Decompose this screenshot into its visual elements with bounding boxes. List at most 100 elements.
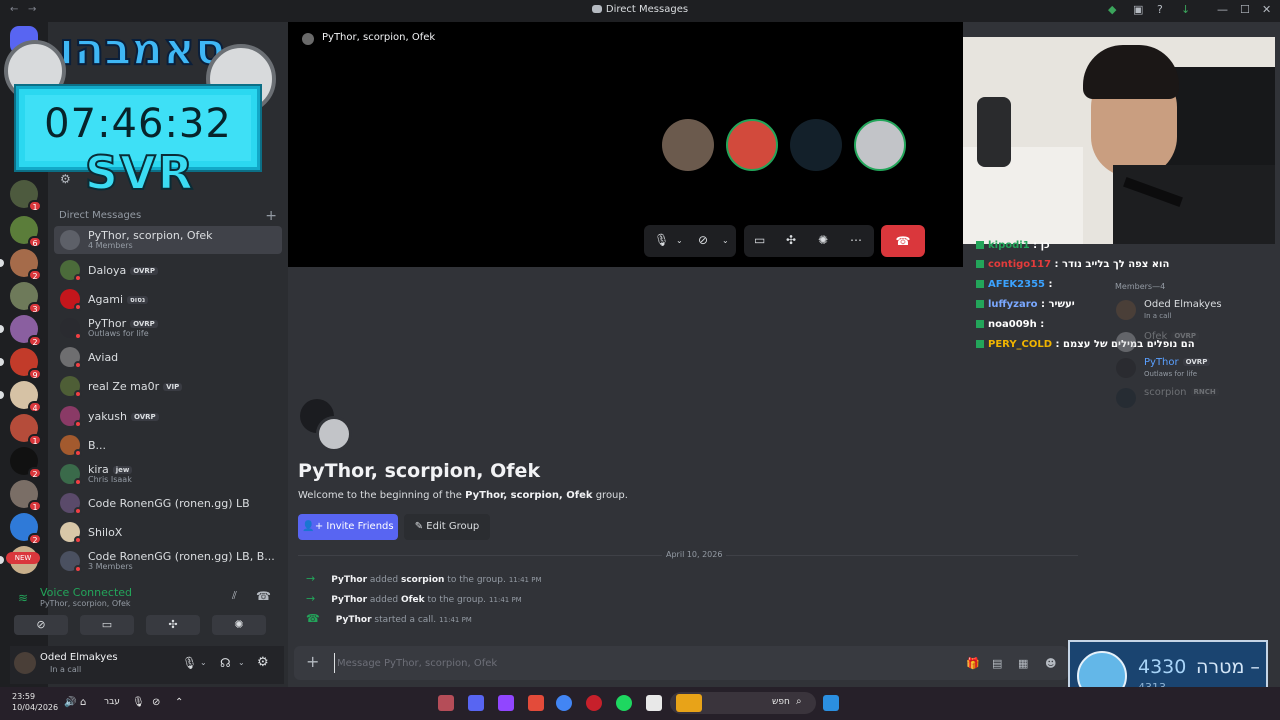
close-icon[interactable]: ✕: [1262, 3, 1271, 16]
server-icon[interactable]: 1: [10, 480, 42, 512]
gift-icon[interactable]: 🎁: [966, 657, 980, 670]
screen-share-button[interactable]: ▭: [80, 615, 134, 635]
taskbar-app-icon[interactable]: [438, 695, 454, 711]
message-target[interactable]: scorpion: [401, 575, 444, 585]
server-icon[interactable]: 1: [10, 414, 42, 446]
windows-start-icon[interactable]: [823, 695, 839, 711]
headphones-icon[interactable]: ☊: [220, 656, 231, 670]
dm-item[interactable]: Code RonenGG (ronen.gg) LB, B... 3 Member…: [54, 547, 282, 575]
discord-taskbar-icon[interactable]: [468, 695, 484, 711]
message-actor[interactable]: PyThor: [336, 615, 372, 625]
member-name-text: Ofek: [1144, 331, 1168, 342]
chat-username: PERY_COLD: [988, 339, 1053, 350]
dm-item[interactable]: PyThor OVRP Outlaws for life: [54, 314, 282, 342]
volume-icon[interactable]: 🔊: [64, 697, 76, 708]
hangup-button[interactable]: ☎: [881, 225, 925, 257]
gear-icon[interactable]: ⚙: [60, 172, 71, 186]
emoji-icon[interactable]: ☻: [1045, 657, 1056, 670]
spotify-taskbar-icon[interactable]: [616, 695, 632, 711]
dm-item[interactable]: Agami נסוס: [54, 285, 282, 313]
more-icon[interactable]: ⋯: [850, 233, 862, 247]
nitro-icon[interactable]: ◆: [1108, 3, 1116, 16]
settings-gear-icon[interactable]: ⚙: [257, 655, 269, 670]
microphone-icon[interactable]: 🎙: [654, 233, 669, 247]
dm-item[interactable]: yakush OVRP: [54, 402, 282, 430]
message-input[interactable]: [334, 653, 934, 673]
group-avatar-front: [316, 416, 352, 452]
camera-tray-icon[interactable]: ⊘: [152, 697, 160, 708]
sticker-icon[interactable]: ▦: [1018, 657, 1028, 670]
camera-off-button[interactable]: ⊘: [14, 615, 68, 635]
file-explorer-icon[interactable]: [646, 695, 662, 711]
dm-item[interactable]: Daloya OVRP: [54, 256, 282, 284]
inbox-icon[interactable]: ▣: [1133, 3, 1143, 16]
input-language[interactable]: עבר: [104, 697, 120, 707]
disconnect-icon[interactable]: ☎: [256, 589, 271, 603]
taskbar-app-icon[interactable]: [528, 695, 544, 711]
server-icon[interactable]: 2: [0, 315, 42, 347]
chevron-down-icon[interactable]: ⌄: [238, 658, 245, 667]
noise-suppression-icon[interactable]: ⫽: [232, 589, 237, 603]
help-icon[interactable]: ?: [1157, 3, 1163, 16]
new-badge: NEW: [6, 552, 40, 564]
chevron-up-icon[interactable]: ⌃: [175, 697, 183, 708]
download-icon[interactable]: ↓: [1181, 3, 1190, 16]
chevron-down-icon[interactable]: ⌄: [676, 236, 683, 245]
taskbar-clock[interactable]: 23:59 10/04/2026: [12, 691, 58, 713]
discord-icon: [591, 5, 602, 13]
message-actor[interactable]: PyThor: [331, 575, 367, 585]
twitch-taskbar-icon[interactable]: [498, 695, 514, 711]
call-participant-avatar[interactable]: [790, 119, 842, 171]
server-icon[interactable]: 1: [10, 180, 42, 212]
activities-icon[interactable]: ✣: [786, 233, 796, 247]
chevron-down-icon[interactable]: ⌄: [200, 658, 207, 667]
dm-item[interactable]: B...: [54, 431, 282, 459]
member-item[interactable]: scorpion RNCH: [1112, 384, 1272, 414]
webcam-bag: [977, 97, 1011, 167]
attach-plus-icon[interactable]: +: [306, 652, 319, 671]
dm-item[interactable]: real Ze ma0r VIP: [54, 372, 282, 400]
chrome-taskbar-icon[interactable]: [556, 695, 572, 711]
member-item[interactable]: Oded Elmakyes In a call: [1112, 296, 1272, 326]
server-icon[interactable]: 3: [10, 282, 42, 314]
group-title: PyThor, scorpion, Ofek: [298, 460, 541, 482]
server-icon[interactable]: 2: [10, 513, 42, 545]
signal-icon[interactable]: ≋: [18, 591, 28, 605]
taskbar-app-icon[interactable]: [586, 695, 602, 711]
member-item[interactable]: PyThor OVRP Outlaws for life: [1112, 354, 1272, 384]
dm-item[interactable]: PyThor, scorpion, Ofek 4 Members: [54, 226, 282, 254]
voice-connected-channel[interactable]: PyThor, scorpion, Ofek: [40, 599, 131, 608]
chevron-down-icon[interactable]: ⌄: [722, 236, 729, 245]
dm-item[interactable]: kira jew Chris Isaak: [54, 460, 282, 488]
minimize-icon[interactable]: —: [1217, 3, 1228, 16]
soundboard-button[interactable]: ✺: [212, 615, 266, 635]
camera-off-icon[interactable]: ⊘: [698, 233, 708, 247]
call-participant-avatar[interactable]: [726, 119, 778, 171]
new-dm-plus-icon[interactable]: +: [265, 208, 277, 224]
server-icon[interactable]: 2: [0, 249, 42, 281]
message-actor[interactable]: PyThor: [331, 595, 367, 605]
microphone-icon[interactable]: 🎙: [182, 656, 197, 670]
server-icon[interactable]: 9: [0, 348, 42, 380]
server-icon[interactable]: 6: [10, 216, 42, 248]
screen-share-icon[interactable]: ▭: [754, 233, 765, 247]
server-icon[interactable]: 4: [0, 381, 42, 413]
call-participant-avatar[interactable]: [854, 119, 906, 171]
edit-group-button[interactable]: ✎ Edit Group: [404, 514, 490, 540]
avatar[interactable]: [14, 652, 36, 674]
activities-button[interactable]: ✣: [146, 615, 200, 635]
message-target[interactable]: Ofek: [401, 595, 425, 605]
network-icon[interactable]: ⌂: [80, 697, 86, 708]
gif-icon[interactable]: ▤: [992, 657, 1002, 670]
voice-connected-title[interactable]: Voice Connected: [40, 586, 132, 599]
server-icon[interactable]: 2: [10, 447, 42, 479]
dm-item[interactable]: ShiloX: [54, 518, 282, 546]
dm-item[interactable]: Code RonenGG (ronen.gg) LB: [54, 489, 282, 517]
members-header: Members—4: [1115, 282, 1166, 291]
invite-friends-button[interactable]: 👤+ Invite Friends: [298, 514, 398, 540]
dm-item[interactable]: Aviad: [54, 343, 282, 371]
soundboard-icon[interactable]: ✺: [818, 233, 828, 247]
maximize-icon[interactable]: ☐: [1240, 3, 1250, 16]
call-participant-avatar[interactable]: [662, 119, 714, 171]
microphone-tray-icon[interactable]: 🎙: [132, 697, 145, 708]
